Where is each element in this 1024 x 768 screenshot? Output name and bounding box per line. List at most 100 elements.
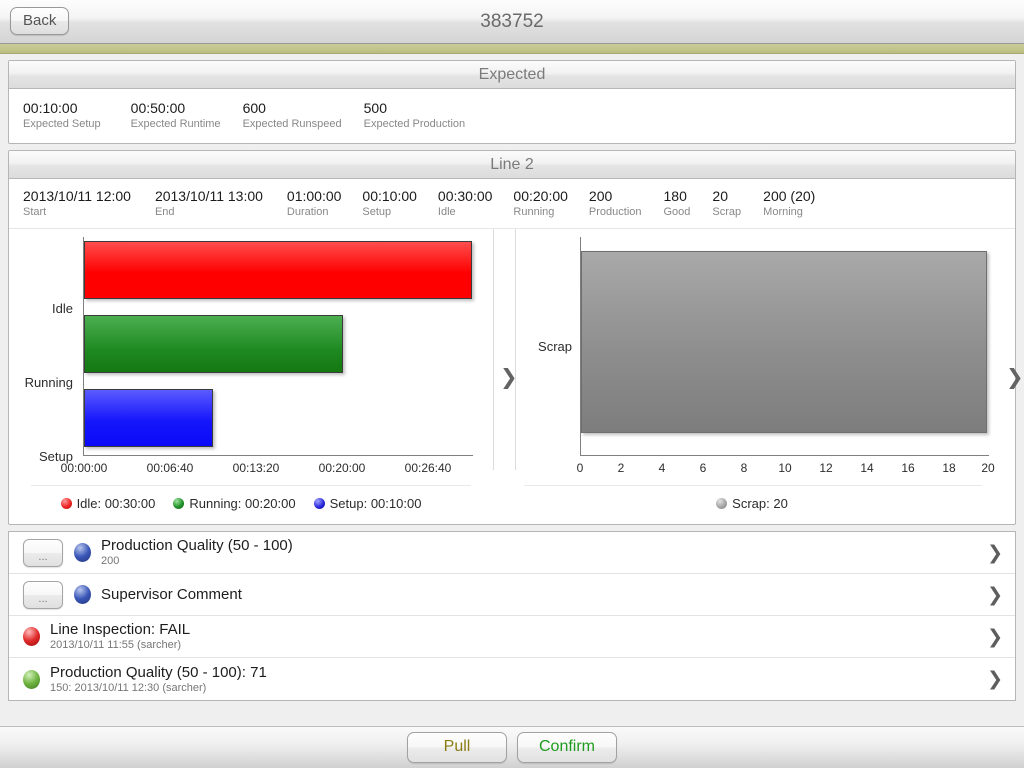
- row-text: Supervisor Comment: [101, 586, 987, 604]
- stat-value: 500: [363, 100, 387, 116]
- stat-idle: 00:30:00 Idle: [438, 188, 493, 219]
- legend-label: Setup: 00:10:00: [329, 496, 422, 511]
- status-bullet-icon: [23, 669, 40, 689]
- bar-scrap: [581, 251, 987, 433]
- chevron-right-icon[interactable]: ❯: [987, 668, 1003, 690]
- row-text: Production Quality (50 - 100) 200: [101, 537, 987, 568]
- line-stats: 2013/10/11 12:00 Start 2013/10/11 13:00 …: [9, 179, 1015, 227]
- bar-setup: [84, 389, 213, 447]
- x-tick-3: 00:20:00: [318, 461, 366, 475]
- legend-item-scrap: Scrap: 20: [716, 496, 788, 511]
- legend-dot-idle: [60, 498, 72, 509]
- stat-value: 200 (20): [763, 188, 816, 204]
- list-item[interactable]: ... Supervisor Comment ❯: [9, 574, 1015, 616]
- stat-value: 00:10:00: [23, 100, 78, 116]
- x-tick-2: 00:13:20: [232, 461, 280, 475]
- stat-expected-runtime: 00:50:00 Expected Runtime: [131, 100, 221, 131]
- legend-dot-running: [173, 498, 185, 509]
- legend-separator: [31, 485, 471, 486]
- chevron-right-icon[interactable]: ❯: [987, 584, 1003, 606]
- stat-label: Expected Production: [363, 118, 466, 130]
- x-tick-4: 8: [740, 461, 748, 475]
- legend-label: Running: 00:20:00: [189, 496, 296, 511]
- stat-value: 01:00:00: [286, 188, 342, 204]
- x-tick-5: 10: [778, 461, 792, 475]
- stat-value: 00:20:00: [513, 188, 568, 204]
- stat-label: Start: [23, 206, 47, 218]
- x-tick-1: 2: [617, 461, 625, 475]
- expected-panel-header: Expected: [9, 61, 1015, 89]
- stat-label: Running: [513, 206, 555, 218]
- legend-item-running: Running: 00:20:00: [173, 496, 296, 511]
- stat-duration: 01:00:00 Duration: [287, 188, 342, 219]
- row-options-button[interactable]: ...: [23, 538, 63, 567]
- scrap-bar-chart: Scrap 0 2 4 6 8 10 12 14 16 18 20 Scrap:…: [516, 229, 1014, 525]
- row-options-button[interactable]: ...: [23, 580, 63, 609]
- category-label-scrap: Scrap: [538, 339, 572, 354]
- legend-item-setup: Setup: 00:10:00: [313, 496, 422, 511]
- stat-running: 00:20:00 Running: [513, 188, 568, 219]
- scrap-chart-legend: Scrap: 20: [516, 496, 988, 511]
- legend-item-idle: Idle: 00:30:00: [60, 496, 156, 511]
- list-item[interactable]: Line Inspection: FAIL 2013/10/11 11:55 (…: [9, 616, 1015, 658]
- stat-value: 180: [663, 188, 687, 204]
- row-title: Supervisor Comment: [101, 585, 242, 603]
- stat-value: 00:10:00: [362, 188, 417, 204]
- stat-setup: 00:10:00 Setup: [362, 188, 417, 219]
- chevron-right-icon[interactable]: ❯: [987, 626, 1003, 648]
- events-list: ... Production Quality (50 - 100) 200 ❯ …: [8, 531, 1016, 701]
- stat-label: Morning: [763, 206, 803, 218]
- x-tick-0: 0: [576, 461, 584, 475]
- stat-end: 2013/10/11 13:00 End: [155, 188, 263, 219]
- next-chart-chevron-left[interactable]: ❯: [500, 367, 518, 388]
- line-panel: Line 2 2013/10/11 12:00 Start 2013/10/11…: [8, 150, 1024, 525]
- title-bar: Back 383752: [0, 0, 1024, 44]
- stat-label: Expected Runspeed: [242, 118, 342, 130]
- legend-label: Idle: 00:30:00: [76, 496, 156, 511]
- stat-expected-production: 500 Expected Production: [364, 100, 466, 131]
- stat-value: 2013/10/11 13:00: [154, 188, 263, 204]
- row-subtitle: 150: 2013/10/11 12:30 (sarcher): [50, 681, 207, 694]
- stat-label: End: [154, 206, 175, 218]
- chart-divider-left: [493, 229, 494, 470]
- row-title: Production Quality (50 - 100): [101, 537, 293, 554]
- stat-good: 180 Good: [664, 188, 691, 219]
- stat-value: 20: [712, 188, 728, 204]
- x-tick-9: 18: [942, 461, 956, 475]
- x-tick-1: 00:06:40: [146, 461, 194, 475]
- stat-value: 00:30:00: [437, 188, 493, 204]
- list-item[interactable]: ... Production Quality (50 - 100) 200 ❯: [9, 532, 1015, 574]
- expected-stats: 00:10:00 Expected Setup 00:50:00 Expecte…: [9, 89, 1015, 141]
- chart-x-axis: [83, 455, 473, 456]
- x-tick-2: 4: [658, 461, 666, 475]
- category-label-running: Running: [24, 375, 73, 390]
- row-title: Line Inspection: FAIL: [50, 621, 191, 638]
- list-item[interactable]: Production Quality (50 - 100): 71 150: 2…: [9, 658, 1015, 700]
- stat-morning: 200 (20) Morning: [763, 188, 815, 219]
- row-subtitle: 2013/10/11 11:55 (sarcher): [50, 639, 182, 651]
- bar-idle: [84, 241, 472, 299]
- stat-production: 200 Production: [589, 188, 642, 219]
- confirm-button[interactable]: Confirm: [517, 732, 617, 763]
- stat-expected-runspeed: 600 Expected Runspeed: [243, 100, 342, 131]
- x-tick-4: 00:26:40: [404, 461, 452, 475]
- accent-stripe: [0, 44, 1024, 54]
- stat-label: Production: [588, 206, 642, 218]
- row-text: Production Quality (50 - 100): 71 150: 2…: [50, 664, 987, 695]
- pull-button[interactable]: Pull: [407, 732, 507, 763]
- legend-label: Scrap: 20: [732, 496, 788, 511]
- stat-start: 2013/10/11 12:00 Start: [23, 188, 131, 219]
- status-bullet-icon: [74, 543, 91, 562]
- x-tick-6: 12: [819, 461, 833, 475]
- x-tick-0: 00:00:00: [60, 461, 108, 475]
- status-bullet-icon: [23, 627, 40, 646]
- stat-scrap: 20 Scrap: [712, 188, 741, 219]
- stat-value: 200: [588, 188, 613, 204]
- row-title: Production Quality (50 - 100): 71: [50, 663, 267, 681]
- stat-label: Scrap: [712, 206, 742, 218]
- chevron-right-icon[interactable]: ❯: [987, 542, 1003, 564]
- x-tick-8: 16: [901, 461, 915, 475]
- expected-panel: Expected 00:10:00 Expected Setup 00:50:0…: [8, 60, 1016, 144]
- expected-panel-body: 00:10:00 Expected Setup 00:50:00 Expecte…: [9, 89, 1015, 143]
- stat-label: Expected Setup: [23, 118, 101, 130]
